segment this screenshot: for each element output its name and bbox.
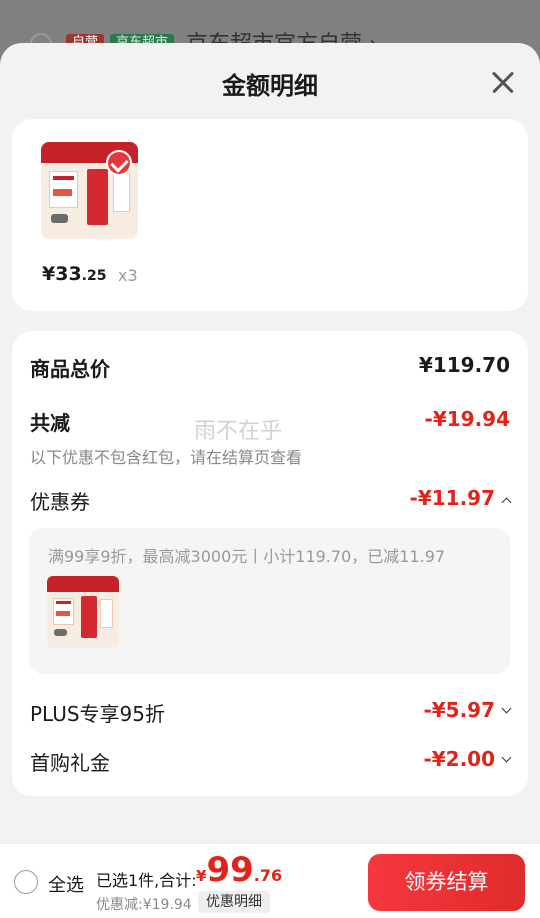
price-main: ¥33: [42, 263, 82, 285]
plus-discount-value: -¥5.97: [423, 698, 495, 722]
thumb-side-panel: [112, 173, 131, 212]
thumb-banner: [47, 576, 119, 592]
thumb-milk-box: [80, 596, 97, 638]
coupon-product-thumbnail: [47, 576, 119, 648]
coupon-value: -¥11.97: [409, 486, 495, 510]
thumb-price-tag: [55, 610, 71, 617]
thumb-line: [55, 601, 72, 605]
checkout-button[interactable]: 领券结算: [368, 854, 525, 911]
total-decimal: .76: [253, 866, 283, 885]
select-all-label[interactable]: 全选: [48, 871, 84, 897]
total-integer: 99: [206, 850, 254, 890]
coupon-label: 优惠券: [30, 490, 90, 514]
chevron-up-icon: [501, 497, 512, 507]
first-purchase-value: -¥2.00: [423, 747, 495, 771]
price-summary-card: 商品总价 ¥119.70 雨不在乎 共减 -¥19.94 以下优惠不包含红包，请…: [12, 331, 528, 796]
total-amount: ¥99.76: [196, 850, 282, 890]
product-card: ¥33.25 x3: [12, 119, 528, 311]
sheet-title: 金额明细: [222, 72, 318, 100]
coupon-detail-box: 满99享9折，最高减3000元丨小计119.70，已减11.97: [29, 528, 510, 674]
plus-discount-toggle[interactable]: -¥5.97: [423, 698, 512, 722]
product-unit-price: ¥33.25: [42, 263, 106, 285]
discount-detail-button[interactable]: 优惠明细: [198, 891, 270, 913]
chevron-down-icon: [501, 752, 512, 763]
selected-check-icon: [106, 150, 132, 176]
product-thumbnail[interactable]: [41, 142, 138, 239]
discount-summary: 优惠减:¥19.94: [96, 897, 192, 913]
first-purchase-toggle[interactable]: -¥2.00: [423, 747, 512, 771]
watermark: 雨不在乎: [194, 419, 283, 444]
total-price-label: 商品总价: [30, 357, 110, 381]
thumb-cow: [54, 629, 68, 637]
plus-discount-label: PLUS专享95折: [30, 702, 165, 726]
close-icon[interactable]: [486, 65, 520, 99]
chevron-down-icon: [501, 703, 512, 714]
select-all-radio[interactable]: [14, 870, 38, 894]
total-reduction-value: -¥19.94: [424, 407, 510, 431]
total-currency: ¥: [196, 867, 207, 885]
product-quantity: x3: [118, 266, 138, 285]
coupon-toggle[interactable]: -¥11.97: [409, 486, 512, 510]
price-cents: .25: [81, 268, 107, 284]
thumb-cow: [50, 213, 69, 224]
coupon-description: 满99享9折，最高减3000元丨小计119.70，已减11.97: [48, 547, 446, 566]
first-purchase-label: 首购礼金: [30, 751, 110, 775]
discount-note: 以下优惠不包含红包，请在结算页查看: [30, 448, 303, 467]
thumb-milk-box: [86, 169, 108, 226]
selected-count-text: 已选1件,合计:: [96, 871, 197, 890]
checkout-bar: 全选 已选1件,合计: ¥99.76 优惠减:¥19.94 优惠明细 领券结算: [0, 843, 540, 918]
thumb-line: [52, 175, 74, 180]
total-price-value: ¥119.70: [418, 353, 510, 377]
amount-detail-sheet: 金额明细 ¥33.25 x3 商品总价 ¥119.70 雨不在乎 共减 -¥19…: [0, 43, 540, 843]
thumb-price-tag: [52, 188, 73, 197]
total-reduction-label: 共减: [30, 411, 70, 435]
thumb-side-panel: [100, 599, 114, 628]
